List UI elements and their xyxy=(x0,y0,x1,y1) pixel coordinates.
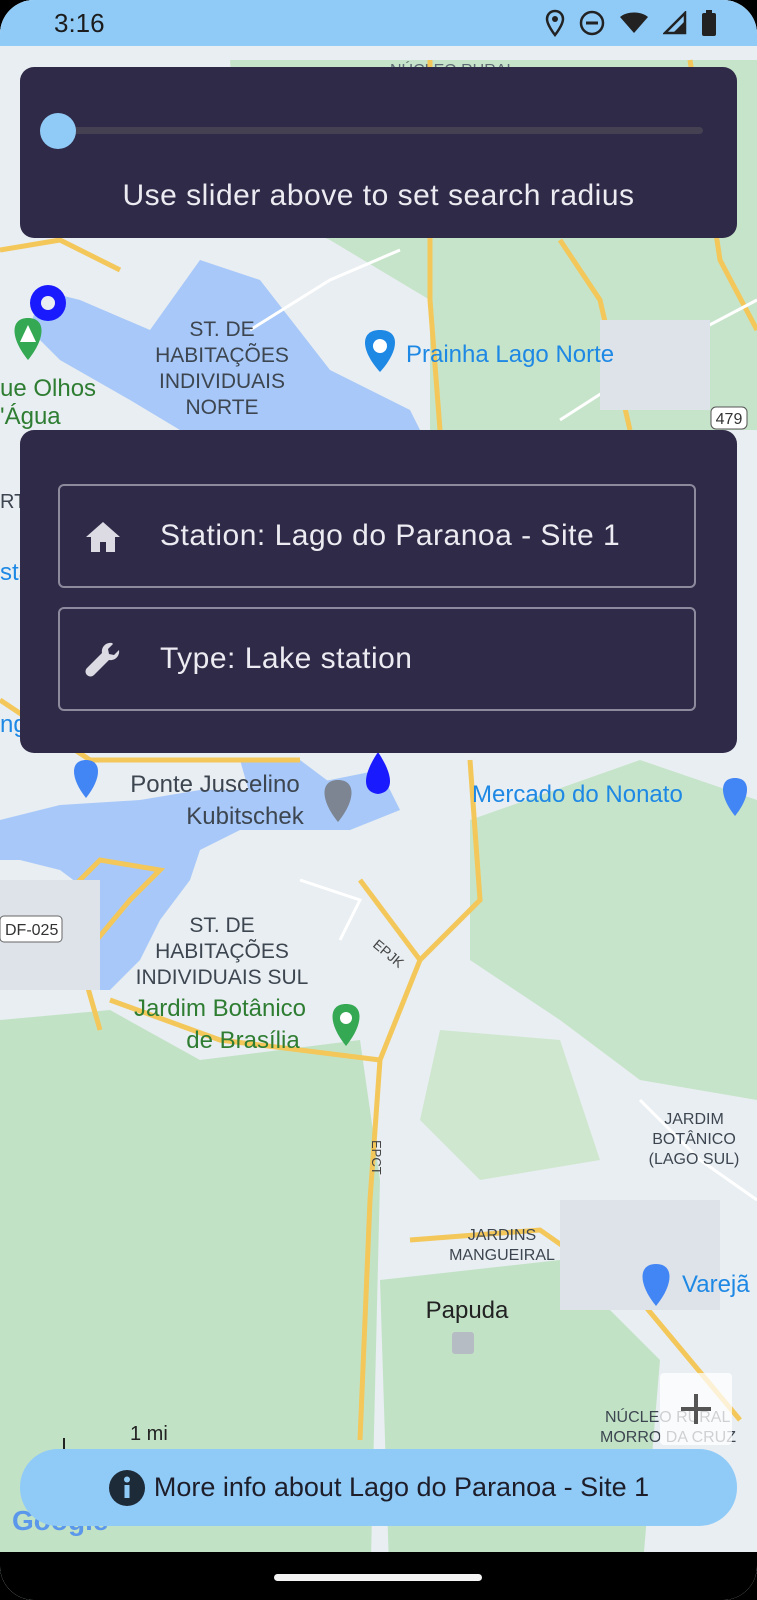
route-shield: DF-025 xyxy=(5,922,58,939)
map-label: Mercado do Nonato xyxy=(472,781,683,808)
map-label: JARDIM xyxy=(664,1111,724,1128)
map-view[interactable]: NÚCLEO RURAL ST. DE HABITAÇÕES INDIVIDUA… xyxy=(0,0,757,1600)
map-label: HABITAÇÕES xyxy=(155,343,289,367)
map-label: Prainha Lago Norte xyxy=(406,341,614,368)
map-label: (LAGO SUL) xyxy=(649,1151,740,1168)
map-label: NORTE xyxy=(185,396,258,419)
battery-icon xyxy=(702,10,716,36)
map-label: Jardim Botânico xyxy=(134,995,306,1022)
map-label: INDIVIDUAIS SUL xyxy=(136,966,309,989)
wrench-icon xyxy=(85,642,120,677)
map-label: BOTÂNICO xyxy=(652,1129,736,1148)
station-name-field[interactable]: Station: Lago do Paranoa - Site 1 xyxy=(58,484,696,588)
map-label: MANGUEIRAL xyxy=(449,1247,555,1264)
radius-slider-track[interactable] xyxy=(58,127,703,134)
zoom-in-button[interactable] xyxy=(660,1373,732,1445)
map-label: INDIVIDUAIS xyxy=(159,370,285,393)
do-not-disturb-icon xyxy=(579,10,605,36)
map-label: ue Olhos xyxy=(0,375,96,402)
status-icons xyxy=(545,8,717,38)
map-label: Varejã xyxy=(682,1271,750,1298)
map-label: Papuda xyxy=(426,1297,509,1324)
signal-icon xyxy=(663,11,687,35)
phone-screen: NÚCLEO RURAL ST. DE HABITAÇÕES INDIVIDUA… xyxy=(0,0,757,1600)
wifi-icon xyxy=(620,12,648,33)
station-type-field[interactable]: Type: Lake station xyxy=(58,607,696,711)
status-bar: 3:16 xyxy=(0,0,757,46)
location-icon xyxy=(545,9,565,37)
search-radius-card: Use slider above to set search radius xyxy=(20,67,737,238)
status-time: 3:16 xyxy=(54,8,105,38)
map-label: Ponte Juscelino xyxy=(130,771,299,798)
home-gesture-handle[interactable] xyxy=(274,1574,482,1581)
navigation-bar xyxy=(0,1552,757,1600)
map-label: ST. DE xyxy=(189,914,254,937)
map-label: JARDINS xyxy=(468,1227,536,1244)
more-info-button[interactable]: More info about Lago do Paranoa - Site 1 xyxy=(20,1449,737,1526)
info-icon xyxy=(108,1469,145,1506)
slider-caption: Use slider above to set search radius xyxy=(122,179,635,212)
more-info-label: More info about Lago do Paranoa - Site 1 xyxy=(153,1472,650,1502)
map-label: ST. DE xyxy=(189,318,254,341)
station-type-text: Type: Lake station xyxy=(160,642,413,675)
poi-square-icon xyxy=(452,1332,474,1354)
home-icon xyxy=(86,522,120,552)
map-label: EPCT xyxy=(369,1140,384,1175)
map-label: HABITAÇÕES xyxy=(155,939,289,963)
station-flower-icon[interactable] xyxy=(30,285,66,321)
radius-slider-thumb[interactable] xyxy=(40,113,76,149)
map-label: 'Água xyxy=(0,403,61,430)
route-shield: 479 xyxy=(716,411,743,428)
station-name-text: Station: Lago do Paranoa - Site 1 xyxy=(160,519,621,552)
map-label: de Brasília xyxy=(186,1027,300,1054)
station-info-card: Station: Lago do Paranoa - Site 1 Type: … xyxy=(20,430,737,753)
map-label: Kubitschek xyxy=(186,803,304,830)
scale-label: 1 mi xyxy=(130,1423,168,1445)
plus-icon xyxy=(681,1394,711,1424)
